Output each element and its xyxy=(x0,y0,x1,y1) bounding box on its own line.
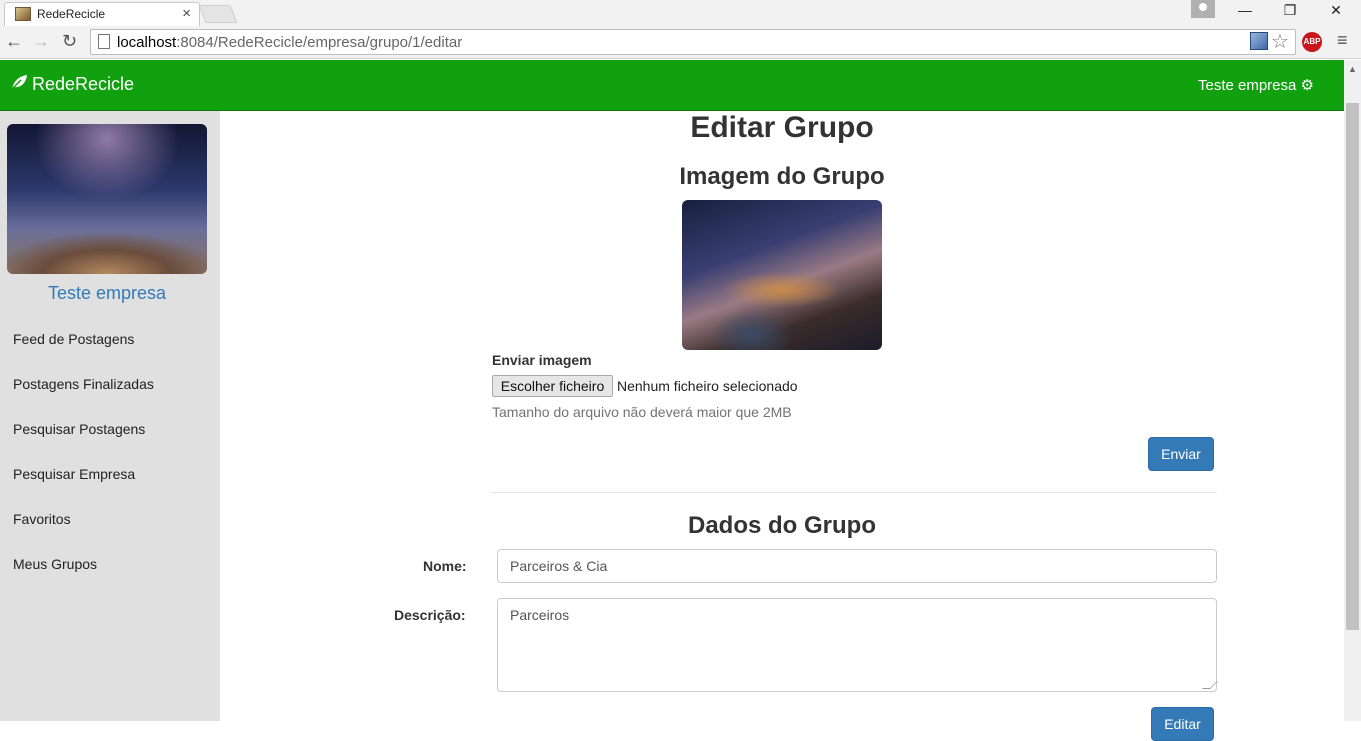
page-scrollbar[interactable]: ▲ xyxy=(1344,60,1361,721)
sidebar-item-favoritos[interactable]: Favoritos xyxy=(13,511,71,527)
tab-title: RedeRecicle xyxy=(37,7,106,21)
description-text: Parceiros xyxy=(510,607,570,623)
user-menu[interactable]: Teste empresa ⚙ xyxy=(1198,76,1314,94)
name-label: Nome: xyxy=(423,558,467,574)
name-input[interactable]: Parceiros & Cia xyxy=(497,549,1217,583)
brand-link[interactable]: RedeRecicle xyxy=(10,74,134,95)
scroll-up-icon[interactable]: ▲ xyxy=(1348,64,1357,74)
gear-icon: ⚙ xyxy=(1300,77,1314,94)
browser-tab-bar: RedeRecicle × — ❐ ✕ xyxy=(0,0,1361,26)
forward-icon[interactable]: → xyxy=(32,31,50,52)
sidebar-item-finalizadas[interactable]: Postagens Finalizadas xyxy=(13,376,154,392)
browser-menu-icon[interactable]: ≡ xyxy=(1337,30,1348,51)
bookmark-star-icon[interactable]: ☆ xyxy=(1271,29,1289,54)
profile-icon[interactable] xyxy=(1191,0,1215,18)
profile-name-link[interactable]: Teste empresa xyxy=(0,283,214,304)
upload-label: Enviar imagem xyxy=(492,352,592,368)
url-path: :8084/RedeRecicle/empresa/grupo/1/editar xyxy=(176,34,463,51)
data-section-title: Dados do Grupo xyxy=(688,512,876,539)
page-title: Editar Grupo xyxy=(690,111,874,144)
resize-grip-icon[interactable] xyxy=(1202,681,1218,689)
reload-icon[interactable]: ↻ xyxy=(62,31,77,52)
favicon-icon xyxy=(15,7,31,21)
back-icon[interactable]: ← xyxy=(5,31,23,52)
app-navbar: RedeRecicle Teste empresa ⚙ xyxy=(0,60,1344,111)
restore-button[interactable]: ❐ xyxy=(1275,2,1305,19)
sidebar-item-pesquisar-empresa[interactable]: Pesquisar Empresa xyxy=(13,466,135,482)
choose-file-button[interactable]: Escolher ficheiro xyxy=(492,375,613,397)
browser-toolbar: ← → ↻ localhost:8084/RedeRecicle/empresa… xyxy=(0,26,1361,59)
adblock-icon[interactable]: ABP xyxy=(1302,32,1322,52)
url-text[interactable]: localhost:8084/RedeRecicle/empresa/grupo… xyxy=(117,34,462,51)
sidebar-item-pesquisar-postagens[interactable]: Pesquisar Postagens xyxy=(13,421,145,437)
sidebar-item-feed[interactable]: Feed de Postagens xyxy=(13,331,134,347)
browser-tab[interactable]: RedeRecicle × xyxy=(4,2,200,26)
sidebar: Teste empresa Feed de Postagens Postagen… xyxy=(0,111,220,721)
file-size-help: Tamanho do arquivo não deverá maior que … xyxy=(492,404,792,420)
extension-cube-icon[interactable] xyxy=(1250,32,1268,50)
leaf-icon xyxy=(11,75,27,90)
scroll-thumb[interactable] xyxy=(1346,103,1359,630)
user-name: Teste empresa xyxy=(1197,77,1297,94)
profile-image xyxy=(7,124,207,274)
group-image xyxy=(682,200,882,350)
minimize-button[interactable]: — xyxy=(1230,2,1260,18)
sidebar-item-meus-grupos[interactable]: Meus Grupos xyxy=(13,556,97,572)
description-label: Descrição: xyxy=(394,607,466,623)
edit-submit-button[interactable]: Editar xyxy=(1151,707,1214,741)
address-bar[interactable]: localhost:8084/RedeRecicle/empresa/grupo… xyxy=(90,29,1296,55)
section-divider xyxy=(492,492,1217,493)
file-status: Nenhum ficheiro selecionado xyxy=(617,378,798,394)
close-window-button[interactable]: ✕ xyxy=(1321,2,1351,19)
image-section-title: Imagem do Grupo xyxy=(679,163,885,190)
description-textarea[interactable]: Parceiros xyxy=(497,598,1218,692)
page-icon xyxy=(98,34,110,49)
brand-name: RedeRecicle xyxy=(32,74,135,94)
url-host: localhost xyxy=(117,34,177,51)
upload-submit-button[interactable]: Enviar xyxy=(1148,437,1214,471)
new-tab-button[interactable] xyxy=(198,5,238,23)
tab-close-icon[interactable]: × xyxy=(182,5,191,22)
